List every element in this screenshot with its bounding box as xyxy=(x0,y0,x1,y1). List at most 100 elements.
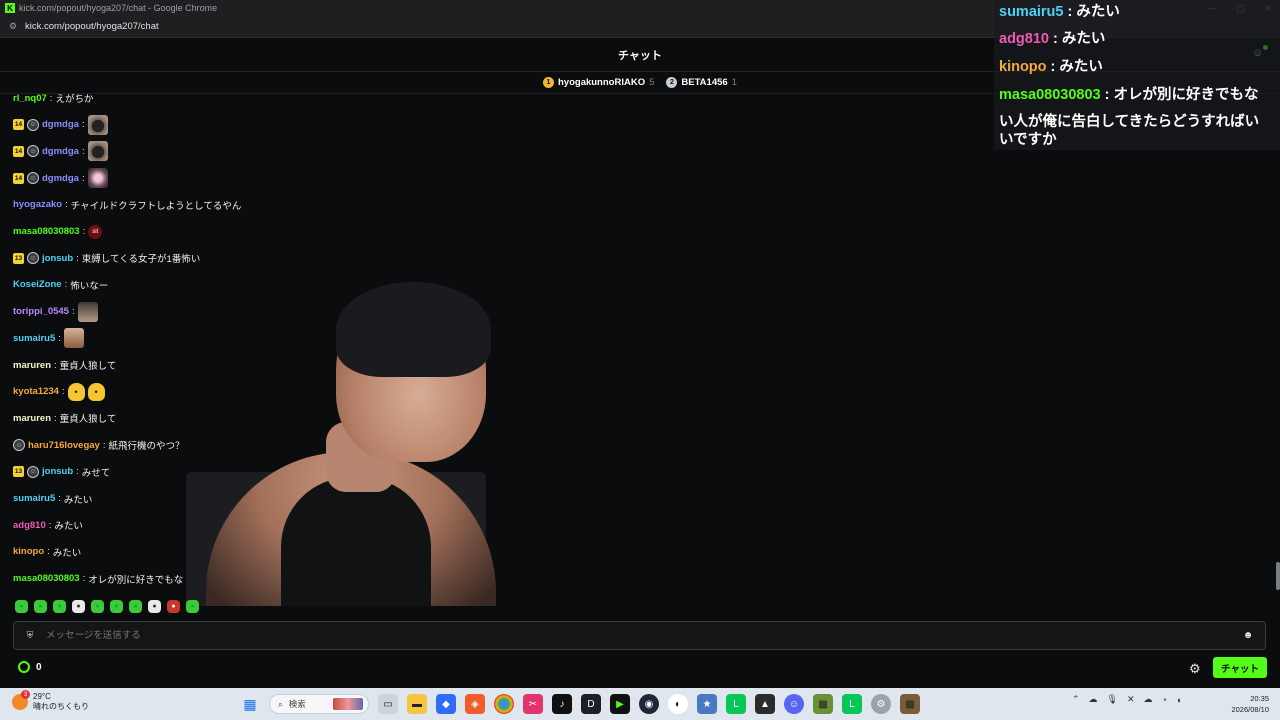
chat-message[interactable]: masa08030803: オレが別に好きでもな xyxy=(13,569,183,589)
emote-bowl[interactable] xyxy=(87,114,108,135)
chat-username[interactable]: kinopo xyxy=(13,546,44,557)
chat-message[interactable]: kinopo: みたい xyxy=(13,542,81,562)
discord-icon[interactable]: ☺ xyxy=(784,694,804,714)
line-icon[interactable]: L xyxy=(842,694,862,714)
emote-duck[interactable]: • xyxy=(67,382,85,401)
chat-message[interactable]: 14 ☺ dgmdga: xyxy=(13,168,108,189)
site-info-icon[interactable]: ⚙ xyxy=(7,21,19,33)
emote-quick-row[interactable]: ● ● ● ● ● ● ● ● ● ● xyxy=(15,600,199,613)
file-explorer-icon[interactable]: ▬ xyxy=(407,694,427,714)
gear-icon[interactable]: ⚙ xyxy=(1189,661,1201,677)
chat-message[interactable]: 13 ☺ jonsub: みせて xyxy=(13,462,110,482)
kick-emote-icon[interactable]: ● xyxy=(186,600,199,613)
chat-username[interactable]: hyogazako xyxy=(13,199,62,210)
app-icon[interactable]: ▶ xyxy=(610,694,630,714)
kick-emote-icon[interactable]: ● xyxy=(72,600,85,613)
cloud-icon[interactable]: ☁ xyxy=(1089,694,1098,705)
subscriber-badge[interactable]: 14 xyxy=(13,172,24,184)
emote-face2[interactable] xyxy=(63,328,84,349)
chat-message[interactable]: kyota1234: • • xyxy=(13,382,105,402)
chat-username[interactable]: sumairu5 xyxy=(13,333,55,344)
scrollbar-thumb[interactable] xyxy=(1276,562,1280,590)
task-view-icon[interactable]: ▭ xyxy=(378,694,398,714)
channel-points[interactable]: 0 xyxy=(18,661,42,673)
kick-emote-icon[interactable]: ● xyxy=(53,600,66,613)
chat-username[interactable]: haru716lovegay xyxy=(28,440,100,451)
steam-icon[interactable]: ◉ xyxy=(639,694,659,714)
chat-username[interactable]: adg810 xyxy=(13,520,46,531)
og-badge-icon[interactable]: ☺ xyxy=(27,145,39,158)
chat-message[interactable]: adg810: みたい xyxy=(13,515,83,535)
wifi-icon[interactable]: ◔ xyxy=(1162,695,1167,705)
obs-icon[interactable]: ◐ xyxy=(668,694,688,714)
app-icon[interactable]: ▲ xyxy=(755,694,775,714)
tiktok-icon[interactable]: ♪ xyxy=(552,694,572,714)
chevron-up-icon[interactable]: ⌃ xyxy=(1072,694,1080,705)
chat-username[interactable]: maruren xyxy=(13,360,51,371)
og-badge-icon[interactable]: ☺ xyxy=(27,252,39,265)
emoji-icon[interactable]: ☻ xyxy=(1241,629,1255,643)
subscriber-badge[interactable]: 14 xyxy=(13,145,24,157)
settings-icon[interactable]: ⚙ xyxy=(871,694,891,714)
chat-message[interactable]: sumairu5: xyxy=(13,328,84,349)
kick-emote-icon[interactable]: ● xyxy=(91,600,104,613)
chat-username[interactable]: masa08030803 xyxy=(13,573,80,584)
chat-username[interactable]: rl_nq07 xyxy=(13,93,47,104)
line-icon[interactable]: L xyxy=(726,694,746,714)
kick-emote-icon[interactable]: ● xyxy=(15,600,28,613)
chat-username[interactable]: jonsub xyxy=(42,466,73,477)
chat-message[interactable]: rl_nq07: えがちか xyxy=(13,88,93,108)
chat-message[interactable]: torippi_0545: xyxy=(13,301,98,322)
chat-message[interactable]: ☺ haru716lovegay: 紙飛行機のやつ？ xyxy=(13,435,184,455)
subscriber-badge[interactable]: 13 xyxy=(13,252,24,264)
chat-message[interactable]: 14 ☺ dgmdga: xyxy=(13,114,108,135)
chrome-icon[interactable] xyxy=(494,694,514,714)
emote-sit[interactable]: sit xyxy=(88,224,103,239)
volume-icon[interactable]: ◖ xyxy=(1176,695,1181,705)
weather-widget[interactable]: 3 29°C 晴れのちくもり xyxy=(12,690,89,712)
chat-username[interactable]: torippi_0545 xyxy=(13,306,69,317)
send-chat-button[interactable]: チャット xyxy=(1213,657,1267,678)
emote-face1[interactable] xyxy=(77,301,98,322)
subscriber-badge[interactable]: 13 xyxy=(13,466,24,478)
brave-icon[interactable]: ◈ xyxy=(465,694,485,714)
chat-message[interactable]: sumairu5: みたい xyxy=(13,489,92,509)
taskbar-clock[interactable]: 20:35 2026/08/10 xyxy=(1225,693,1269,715)
chat-message[interactable]: maruren: 童貞人狼して xyxy=(13,408,116,428)
chat-username[interactable]: masa08030803 xyxy=(13,226,80,237)
taskbar-search[interactable]: ⌕ 検索 xyxy=(269,694,369,714)
og-badge-icon[interactable]: ☺ xyxy=(27,118,39,131)
message-input[interactable] xyxy=(46,630,1241,641)
chat-username[interactable]: KoseiZone xyxy=(13,279,62,290)
chat-username[interactable]: sumairu5 xyxy=(13,493,55,504)
subscriber-badge[interactable]: 14 xyxy=(13,119,24,131)
chat-username[interactable]: jonsub xyxy=(42,253,73,264)
chat-message[interactable]: masa08030803: sit xyxy=(13,222,103,242)
store-icon[interactable]: ◆ xyxy=(436,694,456,714)
mic-icon[interactable]: 🎙 xyxy=(1107,694,1118,705)
og-badge-icon[interactable]: ☺ xyxy=(27,465,39,478)
onedrive-icon[interactable]: ☁ xyxy=(1144,694,1153,705)
chat-username[interactable]: kyota1234 xyxy=(13,386,59,397)
minecraft-icon[interactable]: ▩ xyxy=(900,694,920,714)
chat-message[interactable]: maruren: 童貞人狼して xyxy=(13,355,116,375)
chat-input-box[interactable]: ⛨ ☻ xyxy=(13,621,1266,650)
app-icon[interactable]: ✂ xyxy=(523,694,543,714)
chat-username[interactable]: dgmdga xyxy=(42,146,79,157)
emote-star[interactable] xyxy=(87,168,108,189)
og-badge-icon[interactable]: ☺ xyxy=(13,439,25,452)
kick-emote-icon[interactable]: ● xyxy=(129,600,142,613)
close-icon[interactable]: ✕ xyxy=(1127,694,1135,705)
kick-emote-icon[interactable]: ● xyxy=(34,600,47,613)
disney-icon[interactable]: D xyxy=(581,694,601,714)
chat-message[interactable]: hyogazako: チャイルドクラフトしようとしてるやん xyxy=(13,195,241,215)
chat-username[interactable]: dgmdga xyxy=(42,173,79,184)
chat-message[interactable]: 14 ☺ dgmdga: xyxy=(13,141,108,162)
chat-username[interactable]: maruren xyxy=(13,413,51,424)
kick-emote-icon[interactable]: ● xyxy=(110,600,123,613)
windows-start-icon[interactable]: ▦ xyxy=(240,694,260,714)
minecraft-icon[interactable]: ▩ xyxy=(813,694,833,714)
chat-username[interactable]: dgmdga xyxy=(42,119,79,130)
chat-message[interactable]: KoseiZone: 怖いなー xyxy=(13,275,108,295)
app-icon[interactable]: ★ xyxy=(697,694,717,714)
